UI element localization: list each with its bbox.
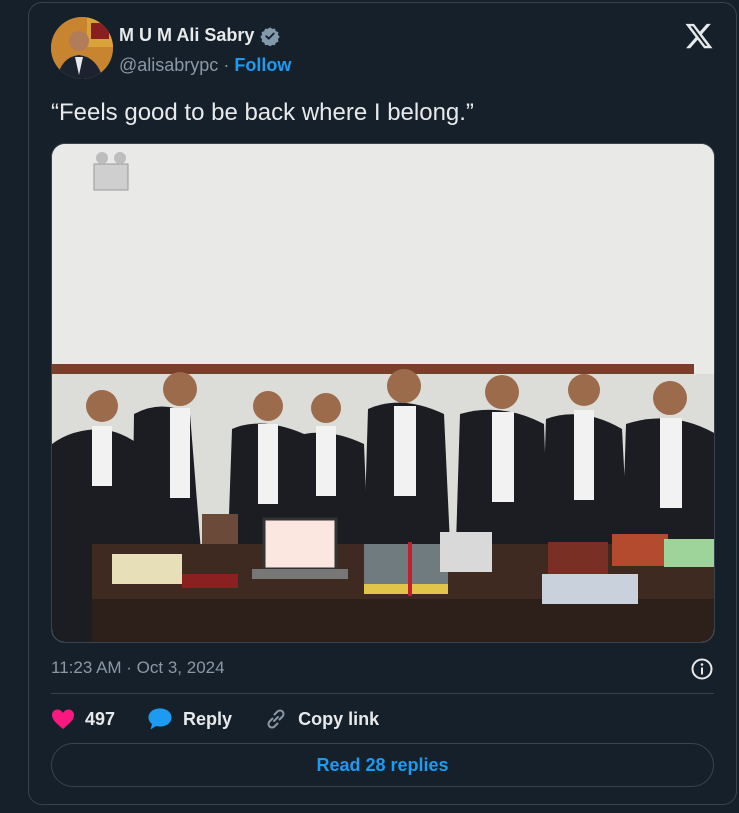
tweet-photo[interactable] <box>51 143 715 643</box>
tweet-timestamp[interactable]: 11:23 AM · Oct 3, 2024 <box>51 658 225 678</box>
read-replies-button[interactable]: Read 28 replies <box>51 743 714 787</box>
handle-separator: · <box>223 55 230 75</box>
copy-link-label: Copy link <box>298 708 380 729</box>
reply-label: Reply <box>183 708 233 729</box>
copy-link-button[interactable]: Copy link <box>264 707 379 731</box>
follow-button[interactable]: Follow <box>234 55 291 75</box>
avatar-image <box>51 17 113 79</box>
action-bar: 497 Reply Copy link <box>51 707 411 731</box>
link-icon <box>267 709 285 729</box>
heart-icon <box>52 709 74 729</box>
tweet-text: “Feels good to be back where I belong.” <box>51 99 474 126</box>
verified-badge-icon <box>260 26 281 46</box>
like-count: 497 <box>85 708 116 729</box>
group-photo-image <box>52 144 714 642</box>
author-avatar[interactable] <box>51 17 113 79</box>
reply-button[interactable]: Reply <box>147 707 232 731</box>
tweet-card: M U M Ali Sabry @alisabrypc · Follow “Fe… <box>28 2 737 805</box>
info-icon[interactable] <box>690 657 714 681</box>
like-button[interactable]: 497 <box>51 708 115 730</box>
x-logo-icon[interactable] <box>684 21 714 51</box>
divider <box>51 693 714 694</box>
author-handle[interactable]: @alisabrypc <box>119 55 218 75</box>
speech-bubble-icon <box>148 708 172 730</box>
author-name[interactable]: M U M Ali Sabry <box>119 25 254 46</box>
